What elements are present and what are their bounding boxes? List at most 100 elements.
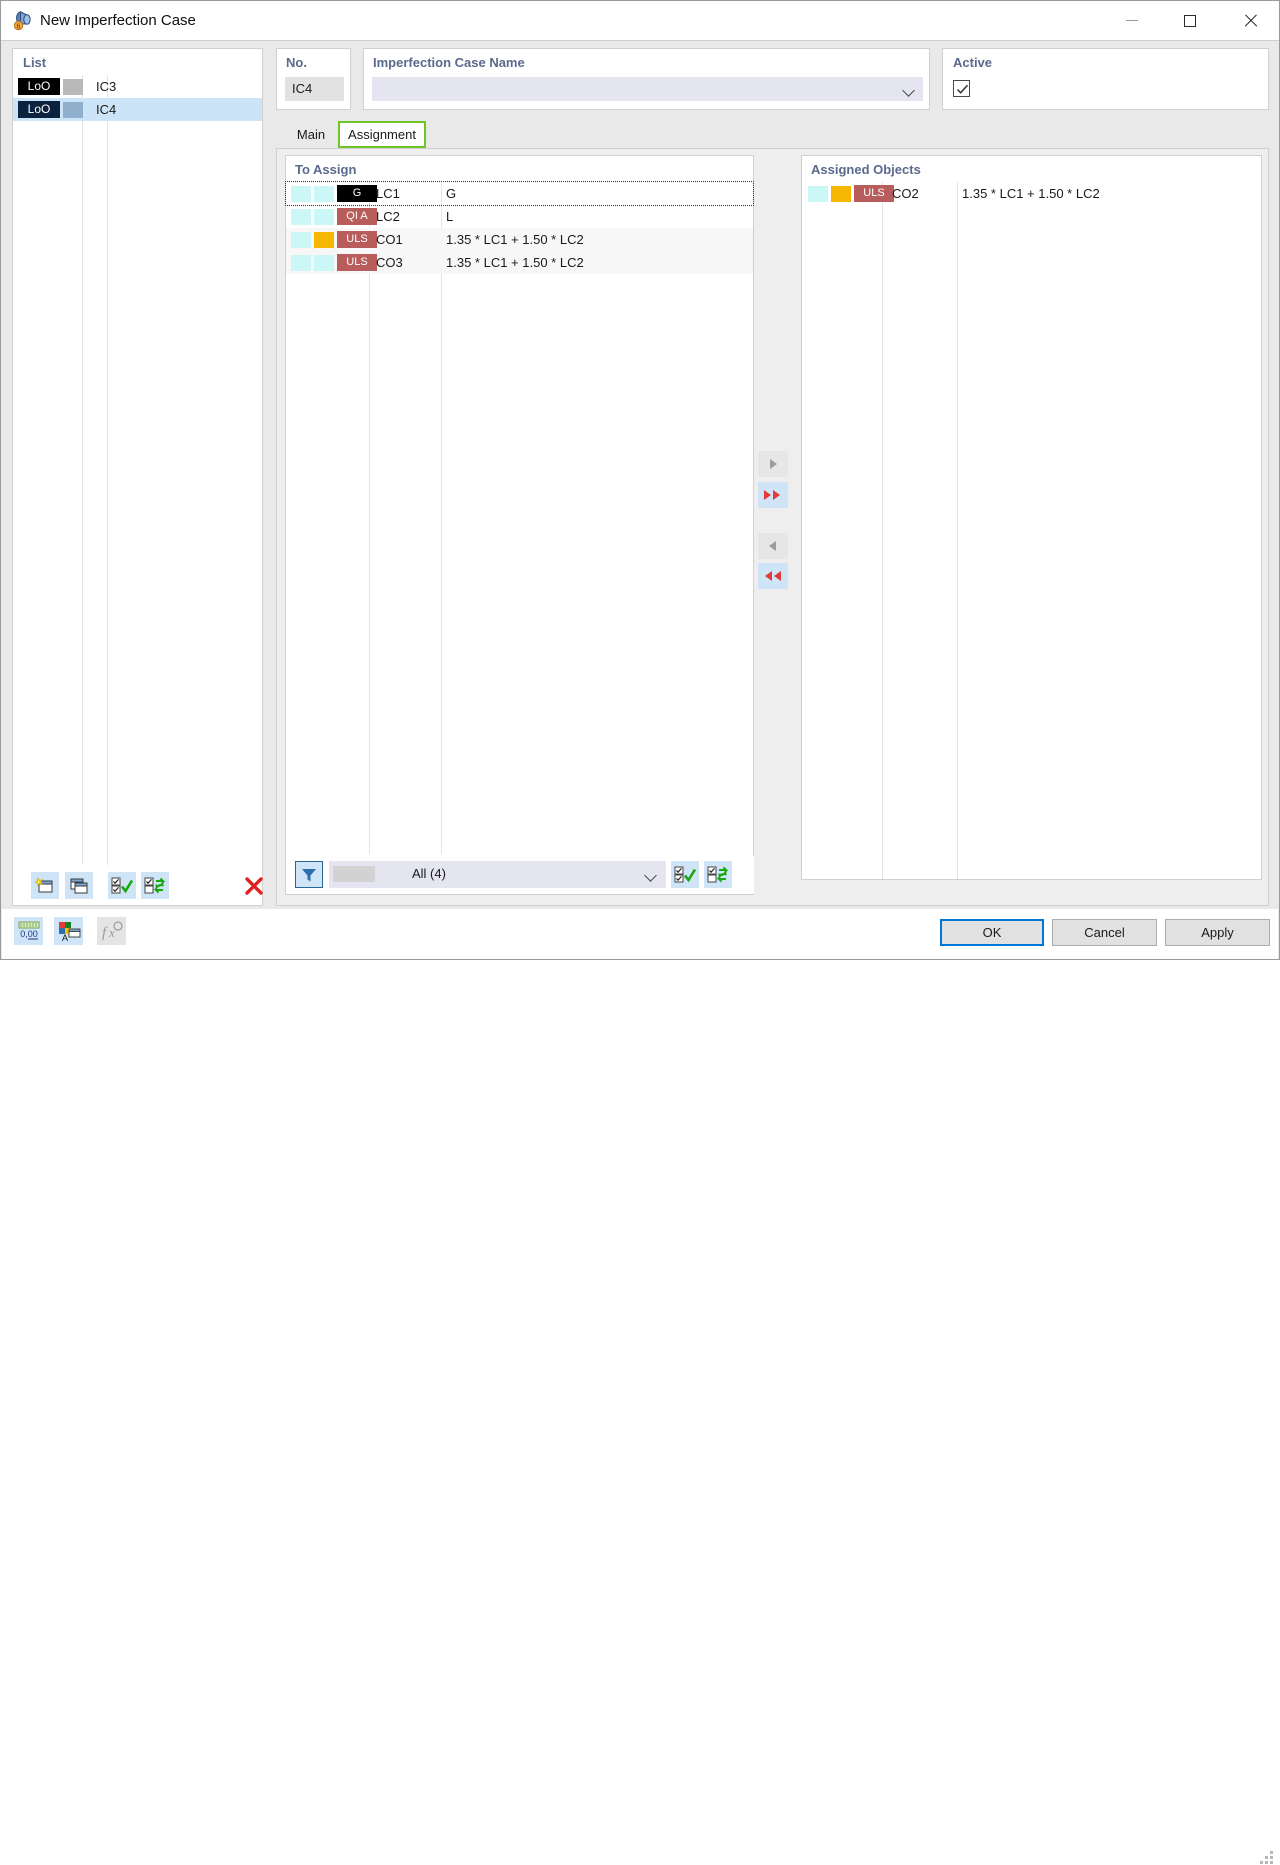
colors-fonts-icon: A <box>58 922 80 942</box>
assigned-objects-list[interactable]: ULS CO2 1.35 * LC1 + 1.50 * LC2 <box>802 182 1261 879</box>
filter-check-all-button[interactable] <box>671 861 699 888</box>
close-button[interactable] <box>1227 1 1273 40</box>
to-assign-panel: To Assign G LC1 G QI A LC2 L ULS CO1 1.3… <box>285 155 754 895</box>
row-object-number: CO2 <box>892 186 919 201</box>
list-item-type-badge: LoO <box>18 78 60 95</box>
to-assign-column-divider <box>441 182 442 854</box>
cancel-button-label: Cancel <box>1084 925 1125 940</box>
filter-invert-button[interactable] <box>704 861 732 888</box>
svg-text:A: A <box>62 933 68 942</box>
maximize-button[interactable] <box>1167 1 1213 40</box>
row-category-badge: ULS <box>337 231 377 248</box>
title-bar: 6 New Imperfection Case <box>1 1 1279 41</box>
list-item[interactable]: LoO IC3 <box>13 75 262 98</box>
formula-button[interactable]: f x <box>97 917 126 945</box>
ok-button-label: OK <box>982 925 1002 940</box>
list-column-divider <box>107 75 108 865</box>
tab-main[interactable]: Main <box>285 121 337 148</box>
apply-button-label: Apply <box>1201 925 1234 940</box>
row-object-description: L <box>446 209 454 224</box>
number-format-icon: 0,00 <box>18 921 39 940</box>
row-color-swatch-2 <box>314 208 334 225</box>
row-object-number: CO1 <box>376 232 403 247</box>
case-name-combobox[interactable] <box>372 77 923 101</box>
filter-combobox[interactable]: All (4) <box>329 861 666 888</box>
delete-case-button[interactable] <box>240 872 268 899</box>
tab-assignment-label: Assignment <box>348 127 416 142</box>
to-assign-list[interactable]: G LC1 G QI A LC2 L ULS CO1 1.35 * LC1 + … <box>285 181 754 854</box>
table-row[interactable]: ULS CO3 1.35 * LC1 + 1.50 * LC2 <box>286 251 753 274</box>
list-item-type-badge: LoO <box>18 101 60 118</box>
copy-case-button[interactable] <box>65 872 93 899</box>
copy-window-icon <box>70 878 88 893</box>
to-assign-title: To Assign <box>295 162 357 177</box>
dialog-window: 6 New Imperfection Case List LoO IC3 LoO <box>0 0 1280 1864</box>
play-right-icon <box>770 459 777 469</box>
assigned-column-divider <box>957 182 958 879</box>
to-assign-column-divider <box>369 182 370 854</box>
list-panel-title: List <box>23 55 47 70</box>
ok-button[interactable]: OK <box>940 919 1044 946</box>
tab-main-label: Main <box>296 127 326 142</box>
red-x-icon <box>245 876 263 895</box>
assign-all-button[interactable] <box>758 482 788 508</box>
minimize-icon <box>1126 20 1138 21</box>
row-object-description: 1.35 * LC1 + 1.50 * LC2 <box>962 186 1100 201</box>
table-row[interactable]: QI A LC2 L <box>286 205 753 228</box>
table-row[interactable]: G LC1 G <box>285 181 754 206</box>
minimize-button[interactable] <box>1109 1 1155 40</box>
row-color-swatch-2 <box>314 231 334 248</box>
table-row[interactable]: ULS CO2 1.35 * LC1 + 1.50 * LC2 <box>802 182 1261 205</box>
filter-value: All (4) <box>412 866 446 881</box>
invert-selection-button[interactable] <box>141 872 169 899</box>
filter-bar: All (4) <box>287 856 754 894</box>
row-category-badge: G <box>337 185 377 202</box>
active-checkbox[interactable] <box>953 80 970 97</box>
row-object-number: LC1 <box>376 186 400 201</box>
row-color-swatch-2 <box>314 185 334 202</box>
row-color-swatch-2 <box>314 254 334 271</box>
chevron-down-icon[interactable] <box>902 84 915 97</box>
fx-icon: f x <box>102 921 123 941</box>
unassign-all-button[interactable] <box>758 563 788 589</box>
checkmark-icon <box>956 84 969 94</box>
row-color-swatch-1 <box>291 254 311 271</box>
case-name-panel-title: Imperfection Case Name <box>373 55 525 70</box>
row-category-badge: ULS <box>337 254 377 271</box>
svg-text:f: f <box>102 925 108 941</box>
row-color-swatch-2 <box>831 185 851 202</box>
row-color-swatch-1 <box>808 185 828 202</box>
imperfection-case-icon: 6 <box>12 10 34 32</box>
chevron-down-icon[interactable] <box>644 869 657 882</box>
row-color-swatch-1 <box>291 208 311 225</box>
cancel-button[interactable]: Cancel <box>1052 919 1157 946</box>
row-object-description: 1.35 * LC1 + 1.50 * LC2 <box>446 232 584 247</box>
assigned-objects-panel: Assigned Objects ULS CO2 1.35 * LC1 + 1.… <box>801 155 1262 880</box>
window-title: New Imperfection Case <box>40 12 196 29</box>
apply-button[interactable]: Apply <box>1165 919 1270 946</box>
display-properties-button[interactable]: A <box>54 917 83 945</box>
filter-color-swatch <box>333 866 375 882</box>
active-panel-title: Active <box>953 55 993 70</box>
number-panel: No. IC4 <box>276 48 351 110</box>
assign-one-button[interactable] <box>758 451 788 477</box>
table-row[interactable]: ULS CO1 1.35 * LC1 + 1.50 * LC2 <box>286 228 753 251</box>
row-object-number: CO3 <box>376 255 403 270</box>
new-case-button[interactable] <box>31 872 59 899</box>
number-value-field[interactable]: IC4 <box>285 77 344 101</box>
check-all-icon <box>674 866 696 882</box>
unassign-one-button[interactable] <box>758 533 788 559</box>
filter-button[interactable] <box>295 861 323 888</box>
tab-assignment[interactable]: Assignment <box>338 121 426 148</box>
list-rows[interactable]: LoO IC3 LoO IC4 <box>13 75 262 865</box>
list-item[interactable]: LoO IC4 <box>13 98 262 121</box>
assigned-column-divider <box>882 182 883 879</box>
decimal-places-button[interactable]: 0,00 <box>14 917 43 945</box>
svg-text:0,00: 0,00 <box>20 929 38 939</box>
row-color-swatch-1 <box>291 231 311 248</box>
resize-grip[interactable] <box>1260 1851 1274 1865</box>
assignment-tab-panel: To Assign G LC1 G QI A LC2 L ULS CO1 1.3… <box>276 148 1269 906</box>
case-name-panel: Imperfection Case Name <box>363 48 930 110</box>
new-window-icon <box>35 876 53 892</box>
select-all-button[interactable] <box>108 872 136 899</box>
